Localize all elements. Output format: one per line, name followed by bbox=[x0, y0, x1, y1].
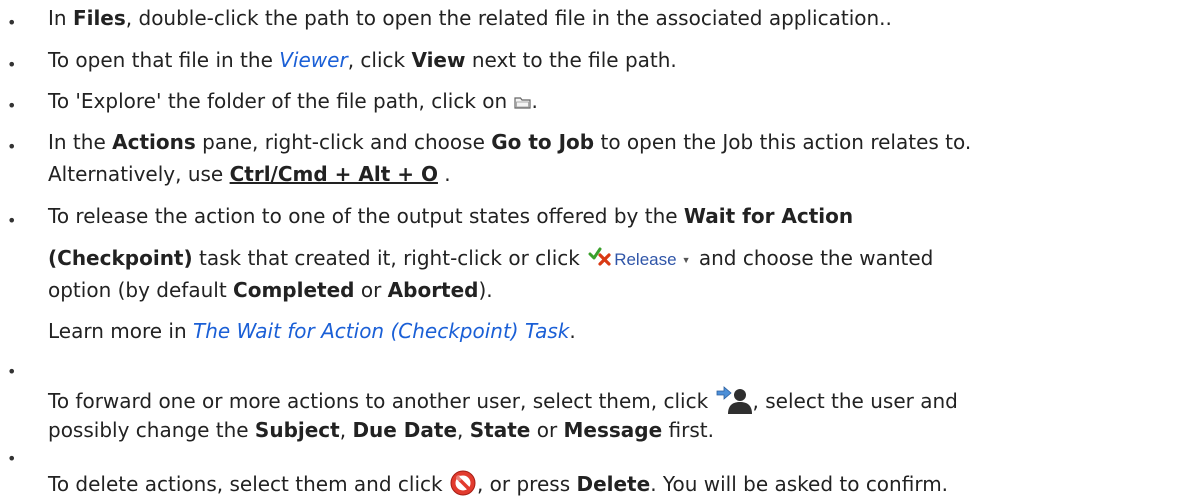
bullet: • bbox=[7, 137, 17, 156]
forward-user-icon[interactable] bbox=[715, 385, 753, 420]
message-term: Message bbox=[563, 418, 663, 442]
subject-term: Subject bbox=[254, 418, 340, 442]
wait-for-action-term: Wait for Action bbox=[683, 204, 854, 228]
bullet: • bbox=[7, 13, 17, 32]
checkpoint-term: (Checkpoint) bbox=[48, 246, 193, 270]
bullet: • bbox=[7, 96, 17, 115]
text-line: Learn more in The Wait for Action (Check… bbox=[48, 319, 576, 343]
state-term: State bbox=[469, 418, 531, 442]
text-line: To 'Explore' the folder of the file path… bbox=[48, 89, 538, 115]
completed-term: Completed bbox=[233, 278, 355, 302]
bullet: • bbox=[7, 362, 17, 381]
text-line: To delete actions, select them and click… bbox=[48, 469, 948, 502]
view-term: View bbox=[411, 48, 466, 72]
text-line: To forward one or more actions to anothe… bbox=[48, 385, 958, 420]
text-line: In the Actions pane, right-click and cho… bbox=[48, 130, 972, 154]
bullet: • bbox=[7, 55, 17, 74]
text-line: (Checkpoint) task that created it, right… bbox=[48, 246, 933, 273]
viewer-link[interactable]: Viewer bbox=[279, 48, 347, 72]
text-line: option (by default Completed or Aborted)… bbox=[48, 278, 493, 302]
go-to-job-term: Go to Job bbox=[491, 130, 595, 154]
bullet: • bbox=[7, 211, 17, 230]
release-label: Release bbox=[614, 249, 677, 269]
text-line: Alternatively, use Ctrl/Cmd + Alt + O . bbox=[48, 162, 451, 186]
delete-prohibited-icon[interactable] bbox=[449, 469, 477, 502]
text-line: possibly change the Subject, Due Date, S… bbox=[48, 418, 714, 442]
folder-icon bbox=[513, 91, 532, 115]
text-line: In Files, double-click the path to open … bbox=[48, 6, 892, 30]
release-button[interactable]: Release ▼ bbox=[588, 246, 691, 273]
aborted-term: Aborted bbox=[387, 278, 479, 302]
delete-term: Delete bbox=[576, 472, 651, 496]
text-line: To open that file in the Viewer, click V… bbox=[48, 48, 677, 72]
due-date-term: Due Date bbox=[352, 418, 458, 442]
keyboard-shortcut: Ctrl/Cmd + Alt + O bbox=[229, 162, 438, 186]
actions-term: Actions bbox=[112, 130, 196, 154]
text-line: To release the action to one of the outp… bbox=[48, 204, 854, 228]
bullet: • bbox=[7, 449, 17, 468]
files-term: Files bbox=[72, 6, 126, 30]
chevron-down-icon: ▼ bbox=[681, 254, 691, 265]
wait-for-action-task-link[interactable]: The Wait for Action (Checkpoint) Task bbox=[193, 319, 569, 343]
checkmark-x-release-icon bbox=[588, 246, 614, 273]
